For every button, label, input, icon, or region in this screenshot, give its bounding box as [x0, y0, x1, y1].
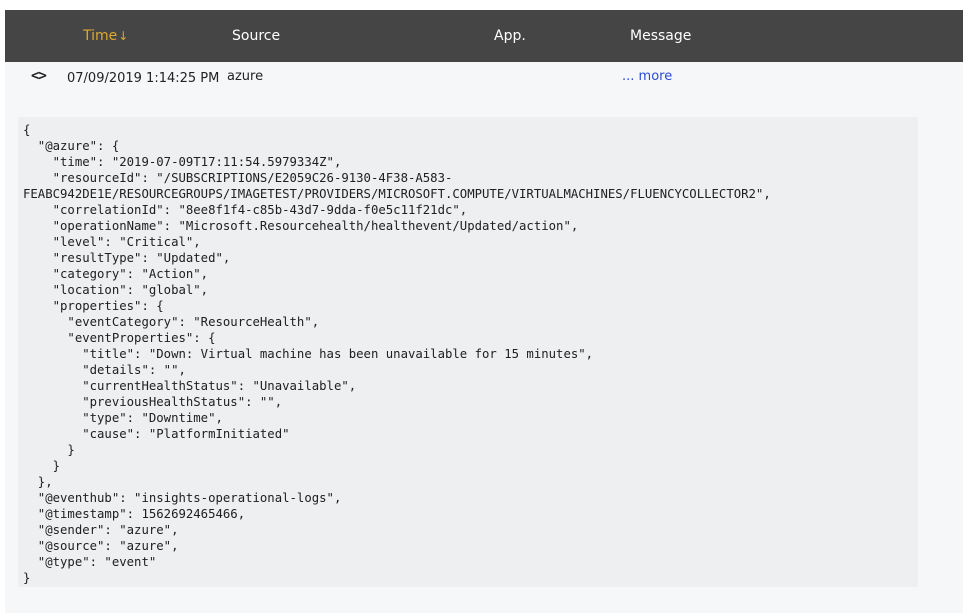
json-detail-view: { "@azure": { "time": "2019-07-09T17:11:…: [18, 117, 918, 587]
more-link[interactable]: ... more: [622, 69, 672, 84]
log-results-panel: <> 07/09/2019 1:14:25 PM azure ... more …: [5, 62, 963, 613]
column-header-message[interactable]: Message: [630, 28, 691, 44]
column-header-app[interactable]: App.: [494, 28, 526, 44]
column-header-source[interactable]: Source: [232, 28, 280, 44]
arrow-down-icon: ↓: [118, 29, 129, 43]
column-header-time-label: Time: [83, 28, 118, 44]
row-source: azure: [227, 69, 264, 84]
table-row[interactable]: <> 07/09/2019 1:14:25 PM azure ... more: [5, 62, 963, 112]
code-brackets-icon[interactable]: <>: [31, 68, 47, 84]
column-header-time[interactable]: Time↓: [83, 28, 128, 44]
json-detail-text: { "@azure": { "time": "2019-07-09T17:11:…: [23, 123, 771, 585]
row-time: 07/09/2019 1:14:25 PM: [67, 71, 220, 86]
table-header: Time↓ Source App. Message: [5, 10, 963, 62]
